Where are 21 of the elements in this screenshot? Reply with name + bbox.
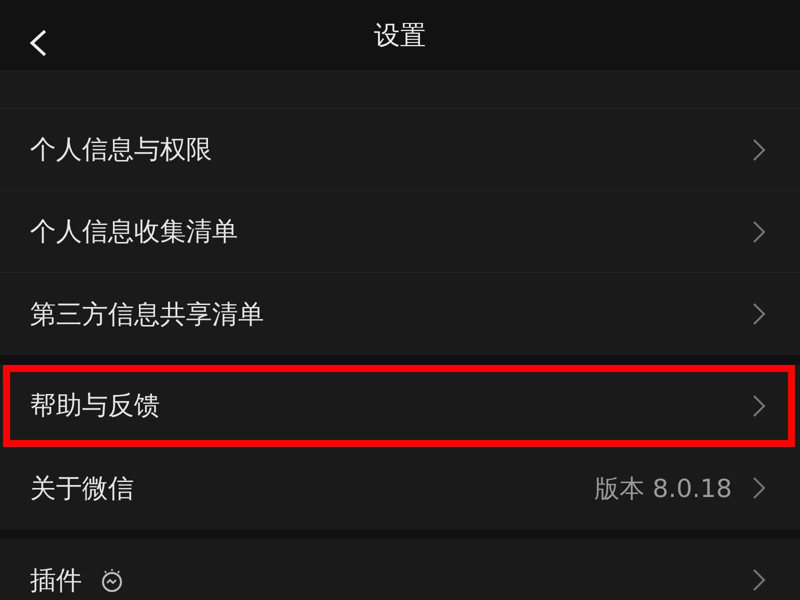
- row-label: 插件: [30, 564, 82, 598]
- back-icon[interactable]: [28, 29, 48, 57]
- chevron-icon: [752, 138, 766, 162]
- row-label: 帮助与反馈: [30, 390, 160, 423]
- chevron-icon: [752, 476, 766, 500]
- settings-row[interactable]: 第三方信息共享清单: [0, 273, 800, 355]
- chevron-icon: [752, 394, 766, 418]
- row-label: 个人信息收集清单: [30, 216, 238, 249]
- page-title: 设置: [374, 20, 426, 52]
- settings-row[interactable]: 个人信息收集清单: [0, 191, 800, 273]
- settings-row[interactable]: 帮助与反馈: [3, 365, 795, 447]
- settings-row[interactable]: 个人信息与权限: [0, 109, 800, 191]
- row-label: 关于微信: [30, 472, 134, 506]
- chevron-icon: [752, 220, 766, 244]
- chevron-icon: [752, 302, 766, 326]
- chevron-icon: [752, 568, 766, 592]
- row-label: 个人信息与权限: [30, 134, 212, 167]
- settings-row[interactable]: 插件: [0, 539, 800, 600]
- settings-row[interactable]: 关于微信 版本 8.0.18: [0, 447, 800, 529]
- row-label: 第三方信息共享清单: [30, 298, 264, 332]
- version-text: 版本 8.0.18: [594, 472, 732, 504]
